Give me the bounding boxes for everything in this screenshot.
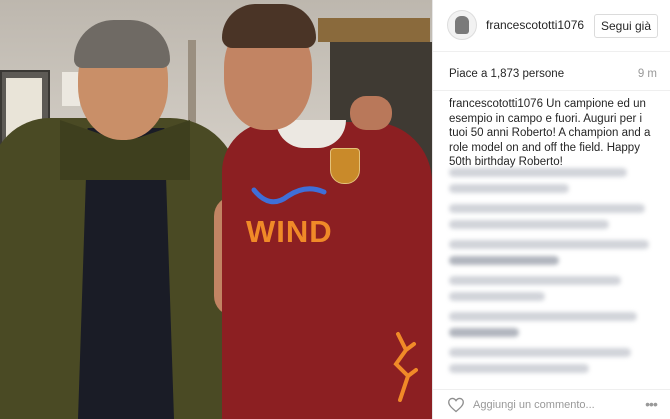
blurred-comment-line <box>449 220 609 229</box>
post-photo[interactable]: WIND <box>0 0 432 419</box>
blurred-comment-line <box>449 276 621 285</box>
post-time[interactable]: 9 m <box>638 68 657 80</box>
caption-username[interactable]: francescototti1076 <box>449 98 543 110</box>
comment-input[interactable] <box>473 395 621 415</box>
blurred-comment-line <box>449 292 545 301</box>
kappa-logo-icon <box>393 332 418 402</box>
likes-count[interactable]: Piace a 1,873 persone <box>449 68 564 80</box>
sponsor-logo-icon <box>251 186 327 205</box>
more-options-icon[interactable]: ••• <box>641 396 661 412</box>
instagram-post: WIND francescototti1076 Segui già Piace … <box>0 0 670 419</box>
blurred-comment-line <box>449 184 569 193</box>
blurred-comment-line <box>449 312 637 321</box>
blurred-comment-line <box>449 240 649 249</box>
avatar[interactable] <box>447 10 477 40</box>
comment-bar: ••• <box>433 389 670 419</box>
post-sidebar: francescototti1076 Segui già Piace a 1,8… <box>432 0 670 419</box>
door-frame <box>318 18 430 42</box>
blurred-comment-line <box>449 168 627 177</box>
blurred-comment-line <box>449 204 645 213</box>
post-username[interactable]: francescototti1076 <box>486 18 584 32</box>
club-crest-icon <box>330 148 360 184</box>
heart-icon[interactable] <box>447 397 465 413</box>
post-header: francescototti1076 Segui già <box>433 0 670 52</box>
likes-row: Piace a 1,873 persone 9 m <box>433 62 670 86</box>
blurred-comment-line <box>449 256 559 265</box>
post-caption: francescototti1076 Un campione ed un ese… <box>449 97 657 170</box>
blurred-comment-line <box>449 364 589 373</box>
right-man-hair <box>222 4 316 48</box>
comments-list[interactable]: francescototti1076 Un campione ed un ese… <box>433 90 670 382</box>
following-button[interactable]: Segui già <box>594 14 658 38</box>
blurred-comment-line <box>449 348 631 357</box>
blurred-comment-line <box>449 328 519 337</box>
jersey-sponsor-text: WIND <box>246 214 333 249</box>
hand-on-shoulder <box>350 96 392 130</box>
